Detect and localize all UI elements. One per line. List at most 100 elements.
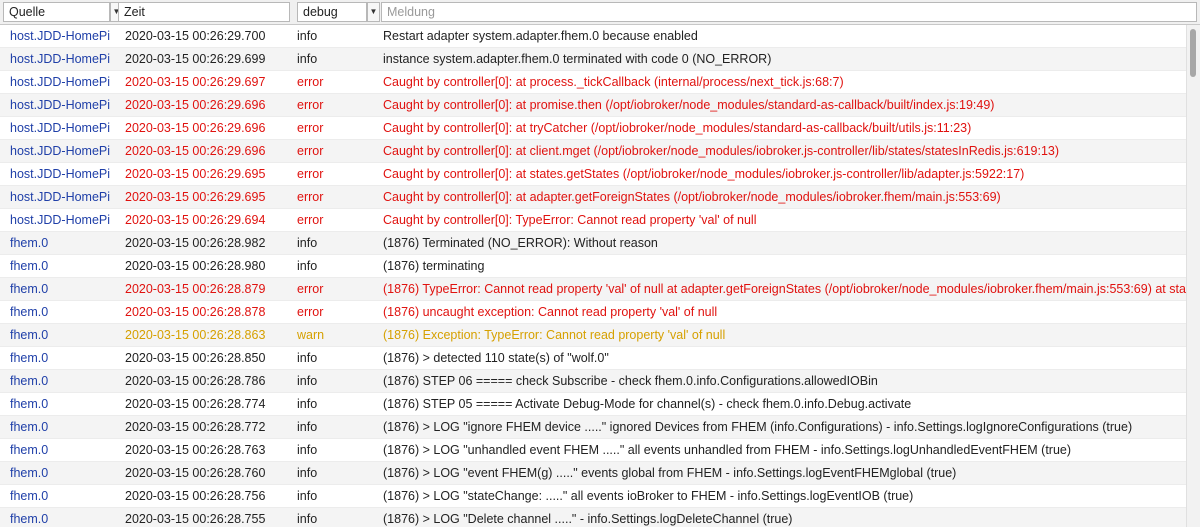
log-row[interactable]: fhem.0 2020-03-15 00:26:28.878 error (1876)… [0, 301, 1186, 324]
log-time: 2020-03-15 00:26:29.700 [125, 29, 266, 43]
log-source: fhem.0 [10, 259, 49, 273]
log-time: 2020-03-15 00:26:29.695 [125, 190, 266, 204]
log-row[interactable]: host.JDD-HomePi 2020-03-15 00:26:29.696 er… [0, 140, 1186, 163]
log-source: fhem.0 [10, 328, 49, 342]
log-row[interactable]: host.JDD-HomePi 2020-03-15 00:26:29.694 er… [0, 209, 1186, 232]
log-source: fhem.0 [10, 351, 49, 365]
log-source: host.JDD-HomePi [10, 190, 111, 204]
log-source: host.JDD-HomePi [10, 75, 111, 89]
log-row[interactable]: fhem.0 2020-03-15 00:26:28.863 warn (1876) … [0, 324, 1186, 347]
log-severity: error [297, 75, 324, 89]
log-message: (1876) STEP 05 ===== Activate Debug-Mode… [383, 397, 912, 411]
log-time: 2020-03-15 00:26:28.760 [125, 466, 266, 480]
log-time: 2020-03-15 00:26:29.695 [125, 167, 266, 181]
log-message: (1876) > LOG "event FHEM(g) ....." event… [383, 466, 957, 480]
log-source: host.JDD-HomePi [10, 29, 111, 43]
vertical-scrollbar[interactable] [1186, 25, 1200, 527]
log-row[interactable]: host.JDD-HomePi 2020-03-15 00:26:29.696 er… [0, 94, 1186, 117]
log-severity: info [297, 259, 318, 273]
log-row[interactable]: fhem.0 2020-03-15 00:26:28.982 info (1876) … [0, 232, 1186, 255]
log-row[interactable]: host.JDD-HomePi 2020-03-15 00:26:29.697 er… [0, 71, 1186, 94]
time-filter-input[interactable]: Zeit [118, 2, 290, 22]
log-severity: info [297, 443, 318, 457]
log-time: 2020-03-15 00:26:28.772 [125, 420, 266, 434]
message-filter-input[interactable]: Meldung [381, 2, 1197, 22]
log-row[interactable]: fhem.0 2020-03-15 00:26:28.879 error (1876)… [0, 278, 1186, 301]
log-severity: info [297, 397, 318, 411]
log-time: 2020-03-15 00:26:28.774 [125, 397, 266, 411]
log-row[interactable]: fhem.0 2020-03-15 00:26:28.756 info (1876) … [0, 485, 1186, 508]
log-time: 2020-03-15 00:26:29.696 [125, 121, 266, 135]
log-time: 2020-03-15 00:26:28.878 [125, 305, 266, 319]
log-source: fhem.0 [10, 420, 49, 434]
log-message: instance system.adapter.fhem.0 terminate… [383, 52, 772, 66]
log-source: fhem.0 [10, 443, 49, 457]
log-severity: error [297, 282, 324, 296]
log-message: Caught by controller[0]: at process._tic… [383, 75, 844, 89]
log-source: host.JDD-HomePi [10, 167, 111, 181]
log-severity: info [297, 351, 318, 365]
log-message: (1876) > LOG "Delete channel ....." - in… [383, 512, 793, 526]
log-severity: error [297, 167, 324, 181]
log-message: Caught by controller[0]: at adapter.getF… [383, 190, 1001, 204]
severity-dropdown-icon[interactable]: ▼ [367, 2, 380, 22]
log-row[interactable]: host.JDD-HomePi 2020-03-15 00:26:29.695 er… [0, 163, 1186, 186]
log-message: (1876) > detected 110 state(s) of "wolf.… [383, 351, 609, 365]
log-message: (1876) uncaught exception: Cannot read p… [383, 305, 718, 319]
log-source: fhem.0 [10, 305, 49, 319]
log-row[interactable]: host.JDD-HomePi 2020-03-15 00:26:29.700 in… [0, 25, 1186, 48]
log-source: host.JDD-HomePi [10, 98, 111, 112]
log-time: 2020-03-15 00:26:28.786 [125, 374, 266, 388]
log-severity: info [297, 420, 318, 434]
log-message: (1876) STEP 06 ===== check Subscribe - c… [383, 374, 878, 388]
log-severity: info [297, 466, 318, 480]
log-message: (1876) > LOG "unhandled event FHEM .....… [383, 443, 1072, 457]
log-source: fhem.0 [10, 397, 49, 411]
log-row[interactable]: fhem.0 2020-03-15 00:26:28.760 info (1876) … [0, 462, 1186, 485]
log-time: 2020-03-15 00:26:28.879 [125, 282, 266, 296]
log-row[interactable]: fhem.0 2020-03-15 00:26:28.980 info (1876) … [0, 255, 1186, 278]
log-message: (1876) Terminated (NO_ERROR): Without re… [383, 236, 658, 250]
log-severity: error [297, 190, 324, 204]
log-row[interactable]: host.JDD-HomePi 2020-03-15 00:26:29.695 er… [0, 186, 1186, 209]
log-message: (1876) TypeError: Cannot read property '… [383, 282, 1186, 296]
log-message: Caught by controller[0]: at tryCatcher (… [383, 121, 972, 135]
log-time: 2020-03-15 00:26:29.696 [125, 144, 266, 158]
log-row[interactable]: host.JDD-HomePi 2020-03-15 00:26:29.696 er… [0, 117, 1186, 140]
log-time: 2020-03-15 00:26:29.696 [125, 98, 266, 112]
log-row[interactable]: host.JDD-HomePi 2020-03-15 00:26:29.699 in… [0, 48, 1186, 71]
log-row[interactable]: fhem.0 2020-03-15 00:26:28.763 info (1876) … [0, 439, 1186, 462]
log-message: (1876) > LOG "stateChange: ....." all ev… [383, 489, 914, 503]
log-source: host.JDD-HomePi [10, 213, 111, 227]
log-source: host.JDD-HomePi [10, 144, 111, 158]
log-message: Restart adapter system.adapter.fhem.0 be… [383, 29, 698, 43]
log-message: Caught by controller[0]: at promise.then… [383, 98, 995, 112]
log-severity: error [297, 98, 324, 112]
scrollbar-thumb[interactable] [1190, 29, 1196, 77]
log-severity: info [297, 236, 318, 250]
log-time: 2020-03-15 00:26:28.982 [125, 236, 266, 250]
log-severity: error [297, 144, 324, 158]
log-time: 2020-03-15 00:26:28.980 [125, 259, 266, 273]
log-source: host.JDD-HomePi [10, 121, 111, 135]
log-time: 2020-03-15 00:26:29.697 [125, 75, 266, 89]
log-severity: error [297, 213, 324, 227]
log-message: (1876) Exception: TypeError: Cannot read… [383, 328, 726, 342]
log-row[interactable]: fhem.0 2020-03-15 00:26:28.772 info (1876) … [0, 416, 1186, 439]
severity-select[interactable]: debug [297, 2, 367, 22]
log-row[interactable]: fhem.0 2020-03-15 00:26:28.774 info (1876) … [0, 393, 1186, 416]
log-severity: error [297, 121, 324, 135]
log-row[interactable]: fhem.0 2020-03-15 00:26:28.850 info (1876) … [0, 347, 1186, 370]
log-source: host.JDD-HomePi [10, 52, 111, 66]
log-severity: info [297, 512, 318, 526]
log-severity: error [297, 305, 324, 319]
log-message: Caught by controller[0]: at client.mget … [383, 144, 1060, 158]
log-time: 2020-03-15 00:26:29.694 [125, 213, 266, 227]
log-message: (1876) > LOG "ignore FHEM device ....." … [383, 420, 1133, 434]
log-row[interactable]: fhem.0 2020-03-15 00:26:28.755 info (1876) … [0, 508, 1186, 527]
log-source: fhem.0 [10, 512, 49, 526]
log-time: 2020-03-15 00:26:28.863 [125, 328, 266, 342]
log-row[interactable]: fhem.0 2020-03-15 00:26:28.786 info (1876) … [0, 370, 1186, 393]
source-filter-input[interactable]: Quelle [3, 2, 110, 22]
log-severity: info [297, 29, 318, 43]
